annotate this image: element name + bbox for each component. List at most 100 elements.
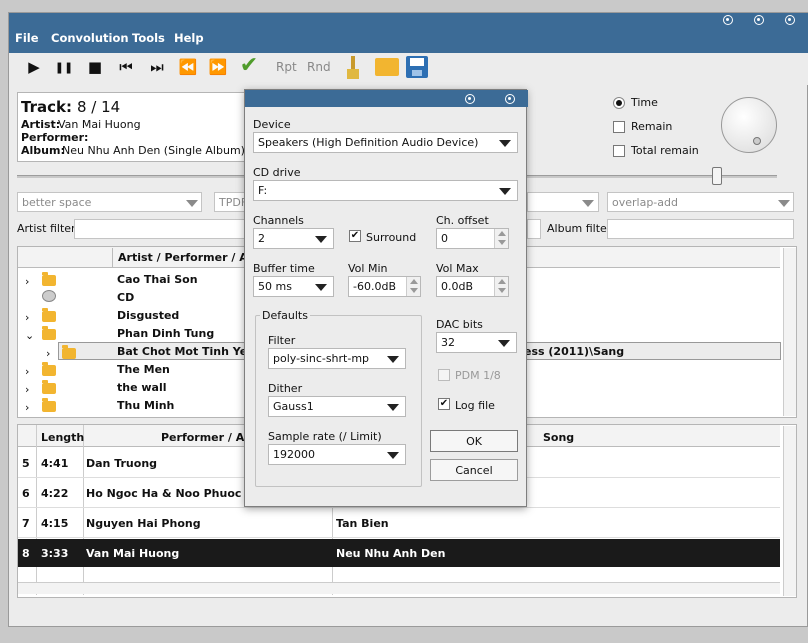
repeat-button[interactable]: Rpt (276, 60, 297, 74)
tree-row-label: Phan Dinh Tung (117, 327, 215, 340)
volume-knob[interactable] (721, 97, 777, 153)
cd-drive-value: F: (258, 184, 268, 197)
mid-combo[interactable] (527, 192, 599, 212)
device-select[interactable]: Speakers (High Definition Audio Device) (253, 132, 518, 153)
pdm-checkbox[interactable] (438, 369, 450, 381)
album-value: Neu Nhu Anh Den (Single Album) (62, 144, 245, 157)
vol-max-label: Vol Max (436, 262, 479, 275)
spin-arrows-icon[interactable] (494, 229, 508, 248)
folder-icon (42, 398, 56, 412)
tree-row-label: The Men (117, 363, 170, 376)
expand-icon[interactable]: › (25, 311, 29, 324)
cancel-button[interactable]: Cancel (430, 459, 518, 481)
album-filter-input[interactable] (607, 219, 794, 239)
spin-arrows-icon[interactable] (406, 277, 420, 296)
total-remain-label: Total remain (631, 144, 699, 157)
pause-button[interactable]: ❚❚ (52, 56, 76, 78)
menu-file[interactable]: File (15, 31, 39, 45)
dither-select[interactable]: Gauss1 (268, 396, 406, 417)
folder-icon (42, 326, 56, 340)
artist-filter-input[interactable] (74, 219, 249, 239)
row-number: 6 (22, 487, 30, 500)
dialog-minimize-icon[interactable] (465, 94, 475, 104)
open-folder-icon[interactable] (375, 58, 399, 76)
artist-filter-label: Artist filter (17, 222, 76, 235)
menu-help[interactable]: Help (174, 31, 204, 45)
chevron-down-icon (315, 236, 327, 243)
ch-offset-value: 0 (441, 232, 448, 245)
cd-drive-select[interactable]: F: (253, 180, 518, 201)
expand-icon[interactable]: › (25, 401, 29, 414)
dac-bits-value: 32 (441, 336, 455, 349)
menu-tools[interactable]: Tools (132, 31, 165, 45)
defaults-label: Defaults (260, 309, 310, 322)
folder-icon (42, 308, 56, 322)
chevron-down-icon (186, 200, 198, 207)
playlist-scrollbar[interactable] (783, 426, 796, 596)
apply-check-button[interactable]: ✔ (237, 53, 261, 78)
vol-min-spinner[interactable]: -60.0dB (348, 276, 421, 297)
chevron-down-icon (499, 188, 511, 195)
column-length[interactable]: Length (41, 431, 84, 444)
device-label: Device (253, 118, 291, 131)
sample-rate-select[interactable]: 192000 (268, 444, 406, 465)
brush-icon[interactable] (346, 56, 360, 80)
tree-scrollbar[interactable] (783, 248, 796, 416)
filter-select[interactable]: poly-sinc-shrt-mp (268, 348, 406, 369)
buffer-time-select[interactable]: 50 ms (253, 276, 334, 297)
collapse-icon[interactable]: ⌄ (25, 329, 34, 342)
column-song[interactable]: Song (543, 431, 574, 444)
time-label: Time (631, 96, 658, 109)
folder-icon (42, 272, 56, 286)
remain-checkbox[interactable] (613, 121, 625, 133)
expand-icon[interactable]: › (25, 365, 29, 378)
tree-row-label: Disgusted (117, 309, 180, 322)
chevron-down-icon (582, 200, 594, 207)
folder-icon (62, 345, 76, 359)
rewind-button[interactable]: ⏪ (176, 56, 200, 78)
random-button[interactable]: Rnd (307, 60, 331, 74)
expand-icon[interactable]: › (46, 347, 50, 360)
expand-icon[interactable]: › (25, 275, 29, 288)
close-icon[interactable] (785, 15, 795, 25)
dither-label: Dither (268, 382, 303, 395)
forward-button[interactable]: ⏩ (206, 56, 230, 78)
playlist-hscrollbar[interactable] (18, 582, 780, 594)
ch-offset-spinner[interactable]: 0 (436, 228, 509, 249)
performer-label: Performer: (21, 131, 89, 144)
menu-bar (9, 29, 808, 53)
maximize-icon[interactable] (754, 15, 764, 25)
vol-max-value: 0.0dB (441, 280, 474, 293)
time-radio[interactable] (613, 97, 625, 109)
dialog-close-icon[interactable] (505, 94, 515, 104)
save-icon[interactable] (406, 56, 428, 78)
dac-bits-select[interactable]: 32 (436, 332, 517, 353)
space-combo[interactable]: better space (17, 192, 202, 212)
menu-convolution[interactable]: Convolution (51, 31, 129, 45)
prev-track-button[interactable]: ⏮ (114, 56, 138, 78)
minimize-icon[interactable] (723, 15, 733, 25)
surround-checkbox[interactable]: ✔ (349, 230, 361, 242)
seek-handle[interactable] (712, 167, 722, 185)
device-value: Speakers (High Definition Audio Device) (258, 136, 479, 149)
vol-max-spinner[interactable]: 0.0dB (436, 276, 509, 297)
dither-value: Gauss1 (273, 400, 314, 413)
channels-select[interactable]: 2 (253, 228, 334, 249)
filter-value: poly-sinc-shrt-mp (273, 352, 370, 365)
ok-button[interactable]: OK (430, 430, 518, 452)
row-number: 7 (22, 517, 30, 530)
chevron-down-icon (498, 340, 510, 347)
expand-icon[interactable]: › (25, 383, 29, 396)
play-button[interactable]: ▶ (22, 56, 46, 78)
chevron-down-icon (499, 140, 511, 147)
row-length: 4:22 (41, 487, 69, 500)
spin-arrows-icon[interactable] (494, 277, 508, 296)
chevron-down-icon (387, 404, 399, 411)
log-file-checkbox[interactable]: ✔ (438, 398, 450, 410)
total-remain-checkbox[interactable] (613, 145, 625, 157)
stop-button[interactable]: ■ (83, 56, 107, 78)
filter-input-edge[interactable] (527, 219, 541, 239)
row-artist: Van Mai Huong (86, 547, 180, 560)
overlap-combo[interactable]: overlap-add (607, 192, 794, 212)
next-track-button[interactable]: ⏭ (145, 56, 169, 78)
